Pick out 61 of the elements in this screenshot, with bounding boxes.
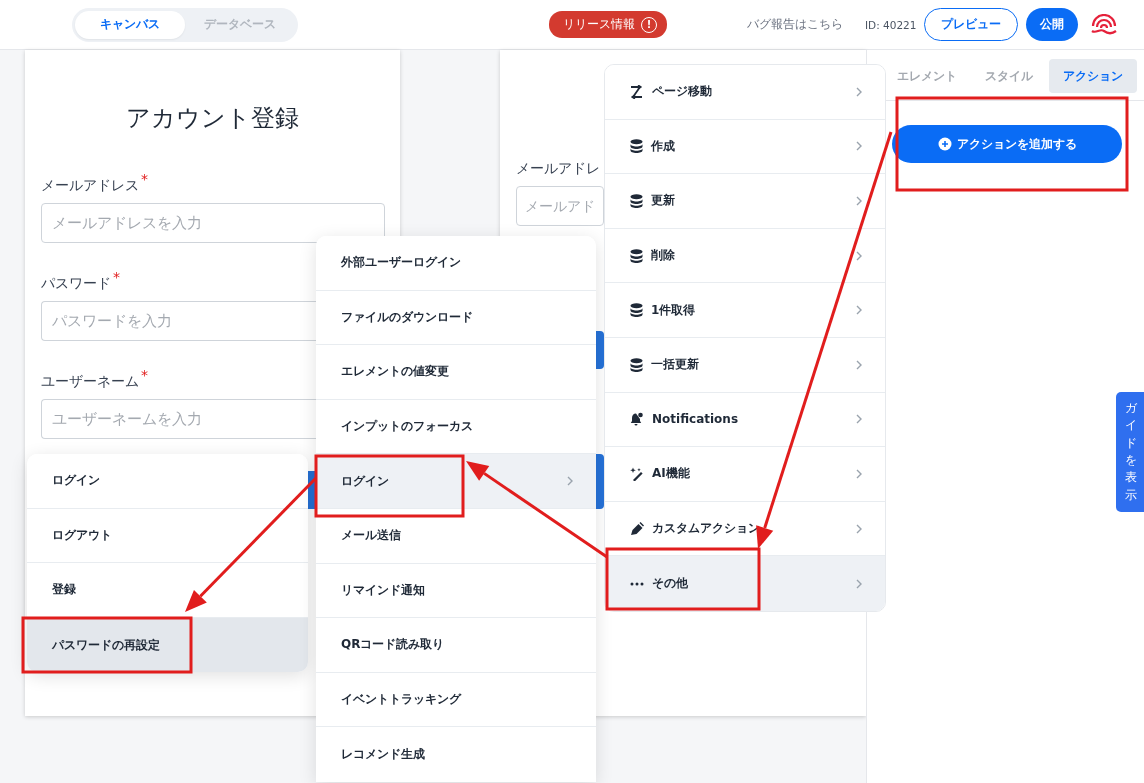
chevron-icon xyxy=(855,85,863,98)
chevron-icon xyxy=(855,249,863,262)
form-button[interactable] xyxy=(596,331,604,369)
plus-icon xyxy=(937,137,952,151)
menu-item[interactable]: ログアウト xyxy=(27,508,308,564)
pen-icon xyxy=(630,521,644,536)
add-action-button[interactable]: アクションを追加する xyxy=(892,125,1122,163)
bug-report-link[interactable]: バグ報告はこちら xyxy=(747,17,843,32)
form-title: アカウント登録 xyxy=(125,103,300,134)
input-field[interactable]: ユーザーネームを入力 xyxy=(41,399,317,439)
chevron-icon xyxy=(855,304,863,317)
publish-button[interactable]: 公開 xyxy=(1026,8,1079,41)
bell-icon xyxy=(630,412,644,427)
database-icon xyxy=(630,194,643,208)
chevron-icon xyxy=(855,140,863,153)
chevron-icon xyxy=(566,475,574,488)
menu-item[interactable]: メール送信 xyxy=(316,508,596,564)
database-icon xyxy=(630,303,643,318)
field-label: ユーザーネーム xyxy=(41,373,139,389)
route-icon xyxy=(630,84,644,99)
menu-item[interactable]: インプットのフォーカス xyxy=(316,399,596,455)
menu-item[interactable]: ページ移動 xyxy=(605,65,885,120)
chevron-icon xyxy=(855,467,863,480)
menu-item[interactable]: 外部ユーザーログイン xyxy=(316,236,596,291)
menu-item[interactable]: QRコード読み取り xyxy=(316,618,596,673)
database-icon xyxy=(630,248,643,263)
guide-tab[interactable]: ガイドを表示 xyxy=(1116,392,1144,512)
menu-item[interactable]: ログイン xyxy=(316,454,596,509)
menu-item[interactable]: ログイン xyxy=(27,454,308,509)
chevron-icon xyxy=(855,577,863,590)
form-button[interactable] xyxy=(596,454,604,509)
chevron-icon xyxy=(855,358,863,371)
menu-item[interactable]: レコメンド生成 xyxy=(316,727,596,782)
project-id: ID: 40221 xyxy=(865,18,917,31)
menu-item[interactable]: ファイルのダウンロード xyxy=(316,290,596,346)
menu-item[interactable]: パスワードの再設定 xyxy=(27,617,308,673)
input-field[interactable]: パスワードを入力 xyxy=(41,301,317,341)
input-field[interactable]: メールアド xyxy=(516,186,604,226)
required-mark: * xyxy=(141,171,148,187)
menu-item[interactable]: リマインド通知 xyxy=(316,563,596,619)
preview-button[interactable]: プレビュー xyxy=(924,8,1019,41)
view-tab[interactable]: キャンバス xyxy=(75,10,185,39)
menu-item[interactable]: その他 xyxy=(605,556,885,611)
field-label: パスワード xyxy=(41,275,111,291)
required-mark: * xyxy=(141,367,148,383)
chevron-icon xyxy=(855,195,863,207)
chevron-icon xyxy=(855,522,863,535)
release-notes-button[interactable]: リリース情報 ! xyxy=(549,11,667,38)
panel-tab[interactable]: アクション xyxy=(1049,59,1137,93)
chevron-icon xyxy=(855,413,863,426)
required-mark: * xyxy=(113,269,120,285)
logo-icon xyxy=(1091,13,1118,36)
input-field[interactable]: メールアドレスを入力 xyxy=(41,203,385,243)
magic-wand-icon xyxy=(630,466,644,481)
database-icon xyxy=(630,139,643,154)
menu-item[interactable]: 登録 xyxy=(27,563,308,618)
field-label: メールアドレス xyxy=(41,177,139,193)
menu-item[interactable]: イベントトラッキング xyxy=(316,672,596,728)
field-label: メールアドレ xyxy=(516,160,600,176)
database-icon xyxy=(630,357,643,372)
menu-item[interactable]: エレメントの値変更 xyxy=(316,345,596,400)
